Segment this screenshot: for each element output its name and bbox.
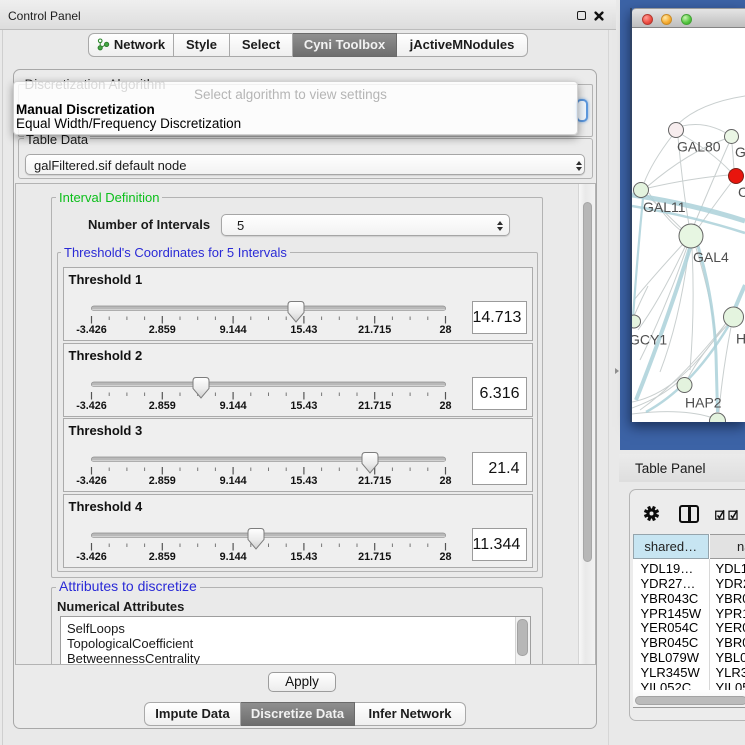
svg-text:GAL4: GAL4 — [693, 249, 729, 265]
svg-text:28: 28 — [439, 475, 451, 487]
svg-text:15.43: 15.43 — [290, 551, 317, 563]
svg-text:28: 28 — [439, 551, 451, 563]
svg-text:9.144: 9.144 — [219, 475, 246, 487]
svg-text:21.715: 21.715 — [358, 400, 391, 412]
svg-text:15.43: 15.43 — [290, 475, 317, 487]
svg-text:2.859: 2.859 — [148, 475, 175, 487]
svg-text:28: 28 — [439, 324, 451, 336]
svg-text:21.715: 21.715 — [358, 475, 391, 487]
svg-text:2.859: 2.859 — [148, 400, 175, 412]
svg-text:9.144: 9.144 — [219, 400, 246, 412]
svg-text:2.859: 2.859 — [148, 551, 175, 563]
svg-text:9.144: 9.144 — [219, 324, 246, 336]
svg-text:GA: GA — [735, 144, 745, 160]
svg-text:-3.426: -3.426 — [76, 475, 107, 487]
svg-text:28: 28 — [439, 400, 451, 412]
svg-text:GAL80: GAL80 — [677, 139, 721, 155]
svg-text:9.144: 9.144 — [219, 551, 246, 563]
svg-text:15.43: 15.43 — [290, 400, 317, 412]
svg-text:21.715: 21.715 — [358, 324, 391, 336]
svg-text:HA: HA — [736, 331, 745, 347]
svg-text:GAL11: GAL11 — [643, 199, 686, 215]
svg-text:CY: CY — [738, 184, 745, 200]
svg-text:21.715: 21.715 — [358, 551, 391, 563]
svg-text:GCY1: GCY1 — [632, 332, 667, 348]
svg-text:-3.426: -3.426 — [76, 324, 107, 336]
svg-text:-3.426: -3.426 — [76, 551, 107, 563]
svg-text:2.859: 2.859 — [148, 324, 175, 336]
svg-text:15.43: 15.43 — [290, 324, 317, 336]
svg-text:-3.426: -3.426 — [76, 400, 107, 412]
svg-text:HAP2: HAP2 — [685, 395, 722, 411]
